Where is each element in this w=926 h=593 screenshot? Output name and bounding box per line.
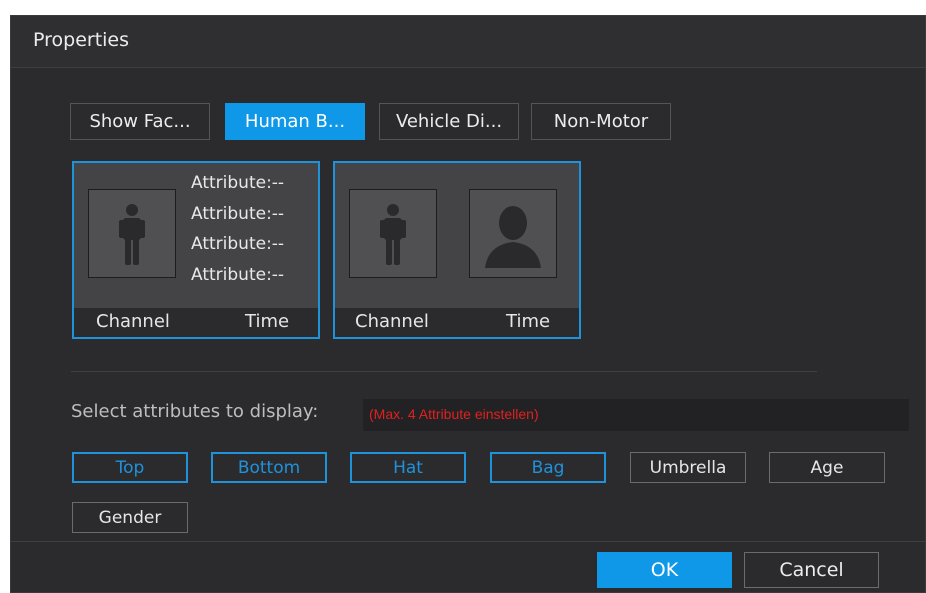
attribute-hat-option[interactable]: Hat xyxy=(350,452,466,483)
dialog-title: Properties xyxy=(33,29,130,51)
human-body-photo xyxy=(349,189,437,278)
face-photo xyxy=(469,189,557,278)
attribute-bag-option[interactable]: Bag xyxy=(490,452,606,483)
tab-non-motor[interactable]: Non-Motor xyxy=(531,103,671,140)
section-divider xyxy=(71,371,817,372)
preview-card-attributes[interactable]: Attribute:-- Attribute:-- Attribute:-- A… xyxy=(72,161,320,339)
preview-card-body-face[interactable]: Channel Time xyxy=(333,161,581,339)
tab-human-body[interactable]: Human B... xyxy=(225,103,365,140)
ok-button[interactable]: OK xyxy=(597,552,732,588)
attribute-line-4: Attribute:-- xyxy=(191,265,285,285)
face-silhouette-icon xyxy=(485,206,541,268)
attribute-line-2: Attribute:-- xyxy=(191,204,285,224)
max-attributes-hint: (Max. 4 Attribute einstellen) xyxy=(369,406,539,422)
dialog-titlebar: Properties xyxy=(11,16,925,68)
tab-vehicle-display[interactable]: Vehicle Di... xyxy=(379,103,519,140)
human-body-photo xyxy=(88,189,176,278)
attribute-umbrella-option[interactable]: Umbrella xyxy=(630,452,746,483)
person-icon xyxy=(380,204,406,265)
time-label: Time xyxy=(245,311,290,332)
attribute-gender-option[interactable]: Gender xyxy=(72,502,188,533)
attribute-line-3: Attribute:-- xyxy=(191,234,285,254)
hint-bar: (Max. 4 Attribute einstellen) xyxy=(363,399,909,431)
select-attributes-label: Select attributes to display: xyxy=(71,401,319,422)
attribute-age-option[interactable]: Age xyxy=(769,452,885,483)
person-icon xyxy=(119,204,145,265)
channel-label: Channel xyxy=(96,311,170,332)
attribute-line-1: Attribute:-- xyxy=(191,173,285,193)
tab-show-face[interactable]: Show Fac... xyxy=(70,103,210,140)
card-footer: Channel Time xyxy=(74,308,318,337)
channel-label: Channel xyxy=(355,311,429,332)
cancel-button[interactable]: Cancel xyxy=(744,552,879,588)
dialog-button-bar: OK Cancel xyxy=(11,541,925,592)
card-footer: Channel Time xyxy=(335,308,579,337)
attribute-bottom-option[interactable]: Bottom xyxy=(211,452,327,483)
properties-dialog: Properties Show Fac... Human B... Vehicl… xyxy=(10,15,926,593)
time-label: Time xyxy=(506,311,551,332)
attribute-top-option[interactable]: Top xyxy=(72,452,188,483)
